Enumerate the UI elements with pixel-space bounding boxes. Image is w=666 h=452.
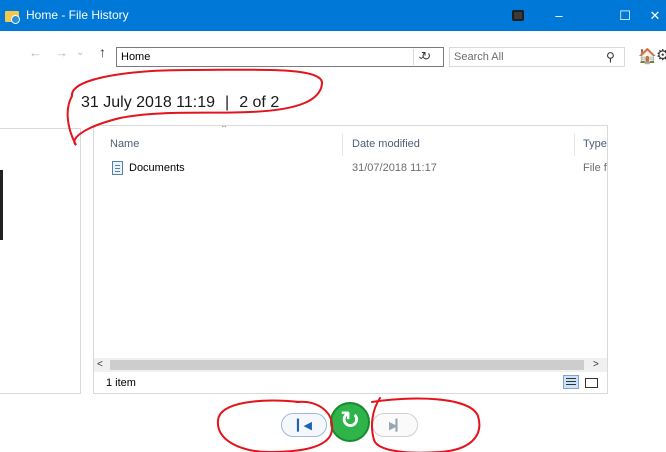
up-arrow-icon[interactable]: ↑ xyxy=(99,44,106,60)
file-history-icon xyxy=(5,9,21,24)
forward-arrow-icon[interactable]: → xyxy=(55,45,68,60)
snapshot-separator: | xyxy=(225,94,230,111)
restore-button[interactable]: ↻ xyxy=(330,402,370,442)
minimize-button[interactable]: – xyxy=(537,0,581,31)
document-folder-icon xyxy=(112,161,123,175)
horizontal-scrollbar[interactable]: < > xyxy=(94,358,607,372)
details-view-icon[interactable] xyxy=(563,375,579,389)
search-placeholder: Search All xyxy=(454,51,504,63)
item-name: Documents xyxy=(129,162,185,174)
refresh-icon[interactable]: ↻ xyxy=(421,49,431,63)
column-divider[interactable] xyxy=(342,134,343,156)
title-bar: Home - File History – ☐ ✕ xyxy=(0,0,666,31)
scroll-left-icon[interactable]: < xyxy=(97,358,103,372)
address-text: Home xyxy=(121,51,151,63)
search-input[interactable]: Search All ⚲ xyxy=(449,47,625,67)
column-divider[interactable] xyxy=(574,134,575,156)
column-header-type[interactable]: Type xyxy=(583,138,607,150)
next-icon: ▶▎ xyxy=(389,420,404,432)
window-title: Home - File History xyxy=(26,8,129,22)
item-type: File f xyxy=(583,162,607,174)
home-icon[interactable]: 🏠 xyxy=(638,47,657,65)
previous-icon: ▎◀ xyxy=(297,420,312,432)
large-icons-view-icon[interactable] xyxy=(584,375,598,389)
close-button[interactable]: ✕ xyxy=(640,0,666,31)
status-bar: 1 item xyxy=(94,372,607,393)
recent-locations-chevron-icon[interactable]: ⌄ xyxy=(76,47,84,58)
address-divider xyxy=(413,49,414,65)
column-header-date-modified[interactable]: Date modified xyxy=(352,138,420,150)
scrollbar-thumb[interactable] xyxy=(110,360,584,370)
scroll-right-icon[interactable]: > xyxy=(593,358,599,372)
file-list-pane: ⌃ Name Date modified Type Documents 31/0… xyxy=(93,125,608,394)
back-arrow-icon[interactable]: ← xyxy=(29,45,42,60)
next-version-button[interactable]: ▶▎ xyxy=(372,413,418,437)
search-icon[interactable]: ⚲ xyxy=(606,50,615,64)
item-count: 1 item xyxy=(106,377,136,389)
column-header-name[interactable]: Name xyxy=(110,138,139,150)
previous-version-button[interactable]: ▎◀ xyxy=(281,413,327,437)
item-date-modified: 31/07/2018 11:17 xyxy=(352,162,437,174)
restore-icon: ↻ xyxy=(340,407,361,434)
list-item[interactable]: Documents 31/07/2018 11:17 File f xyxy=(104,160,607,178)
sort-ascending-icon: ⌃ xyxy=(220,125,229,135)
snapshot-position: 2 of 2 xyxy=(239,94,280,111)
snapshot-timestamp: 31 July 2018 11:19 xyxy=(81,94,216,111)
address-bar[interactable]: Home ⌄ xyxy=(116,47,444,67)
snapshot-header: 31 July 2018 11:19 | 2 of 2 xyxy=(81,94,279,112)
gear-icon[interactable]: ⚙ xyxy=(656,46,666,64)
app-menu-icon[interactable] xyxy=(511,9,525,22)
left-panel xyxy=(0,128,81,394)
left-panel-edge xyxy=(0,170,3,240)
